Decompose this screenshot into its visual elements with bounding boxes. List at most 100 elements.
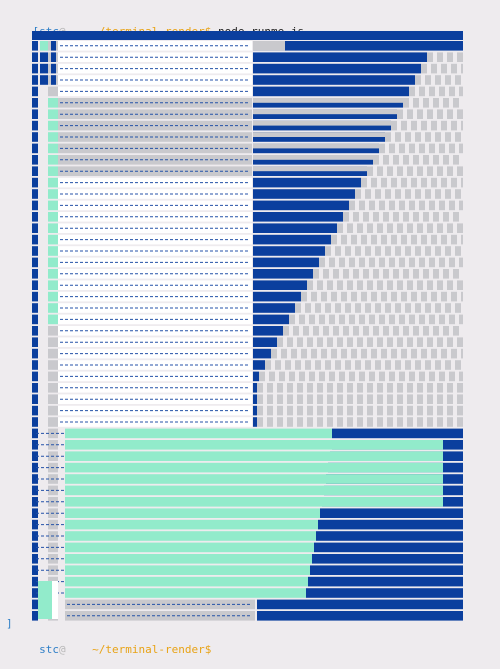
edge-cell	[32, 200, 38, 211]
checker-cell	[387, 405, 393, 416]
checker-cell	[379, 371, 385, 382]
checker-cell	[299, 371, 305, 382]
corner-mark	[51, 75, 56, 85]
mint-band-cell	[65, 554, 312, 564]
checker-cell	[443, 155, 449, 165]
checker-cell	[439, 257, 445, 268]
checker-cell	[411, 177, 417, 188]
checker-cell	[425, 132, 431, 142]
checker-cell	[451, 234, 457, 245]
right-bar-cell	[253, 280, 307, 290]
checker-cell	[461, 177, 463, 188]
right-bar-cell	[253, 189, 355, 199]
checker-cell	[397, 166, 403, 176]
checker-cell	[423, 212, 429, 222]
right-bar-cell	[253, 269, 313, 279]
checker-cell	[259, 371, 265, 382]
right-bar-cell	[306, 588, 463, 598]
checker-cell	[379, 143, 385, 154]
checker-cell	[437, 383, 443, 393]
right-bar-cell	[316, 531, 463, 541]
right-bar-gray	[253, 132, 385, 137]
checker-cell	[403, 269, 409, 279]
checker-cell	[393, 326, 399, 336]
checker-cell	[425, 246, 431, 256]
checker-cell	[435, 360, 441, 370]
checker-cell	[417, 166, 423, 176]
edge-cell	[32, 303, 38, 313]
checker-cell	[391, 234, 397, 245]
checker-cell	[369, 200, 375, 211]
edge-cell	[32, 120, 38, 131]
checker-cell	[407, 405, 413, 416]
checker-cell	[455, 189, 461, 199]
checker-cell	[427, 52, 433, 62]
checker-cell	[347, 417, 353, 427]
checker-cell	[449, 143, 455, 154]
checker-cell	[457, 405, 463, 416]
mint-band-cell	[65, 497, 322, 507]
checker-cell	[407, 394, 413, 404]
checker-cell	[369, 257, 375, 268]
right-bar-cell	[320, 508, 463, 518]
edge-cell	[32, 314, 38, 325]
edge-cell	[32, 52, 38, 62]
prompt-user: stc	[39, 643, 59, 656]
checker-cell	[429, 143, 435, 154]
checker-cell	[449, 86, 455, 97]
right-bar-cell	[253, 177, 361, 188]
checker-cell	[437, 52, 443, 62]
checker-cell	[395, 360, 401, 370]
idle-prompt-line: stc@ ~/terminal-render$	[6, 630, 211, 669]
checker-cell	[285, 360, 291, 370]
checker-cell	[461, 291, 463, 302]
checker-cell	[387, 417, 393, 427]
checker-cell	[287, 405, 293, 416]
left-column-cell	[48, 326, 58, 336]
checker-cell	[429, 257, 435, 268]
checker-cell	[317, 417, 323, 427]
mint-extension-cell	[326, 474, 443, 484]
checker-cell	[381, 291, 387, 302]
checker-cell	[353, 269, 359, 279]
checker-cell	[407, 280, 413, 290]
checker-cell	[397, 417, 403, 427]
terminal-render-output	[32, 31, 463, 628]
checker-cell	[361, 234, 367, 245]
checker-cell	[271, 348, 277, 359]
edge-cell	[32, 280, 38, 290]
checker-cell	[417, 109, 423, 119]
left-column-cell	[48, 120, 58, 131]
checker-cell	[453, 98, 459, 108]
checker-cell	[337, 405, 343, 416]
checker-cell	[421, 177, 427, 188]
checker-cell	[307, 405, 313, 416]
checker-cell	[427, 383, 433, 393]
checker-cell	[327, 383, 333, 393]
checker-cell	[373, 326, 379, 336]
checker-cell	[441, 348, 447, 359]
right-bar-cell	[253, 234, 331, 245]
checker-cell	[311, 348, 317, 359]
checker-cell	[367, 280, 373, 290]
checker-cell	[337, 223, 343, 233]
left-column-cell	[48, 132, 58, 142]
checker-cell	[427, 405, 433, 416]
prompt-bracket-close: ]	[6, 617, 13, 630]
checker-cell	[377, 383, 383, 393]
checker-cell	[417, 405, 423, 416]
left-column-cell	[48, 417, 58, 427]
checker-cell	[443, 326, 449, 336]
prompt-host-redacted	[66, 643, 93, 656]
checker-cell	[297, 337, 303, 347]
checker-cell	[347, 394, 353, 404]
checker-cell	[307, 383, 313, 393]
checker-cell	[417, 223, 423, 233]
checker-cell	[457, 52, 463, 62]
prompt-at: @	[59, 643, 66, 656]
mint-band-cell	[65, 462, 328, 473]
checker-cell	[445, 246, 451, 256]
checker-cell	[437, 166, 443, 176]
checker-cell	[301, 291, 307, 302]
checker-cell	[281, 348, 287, 359]
